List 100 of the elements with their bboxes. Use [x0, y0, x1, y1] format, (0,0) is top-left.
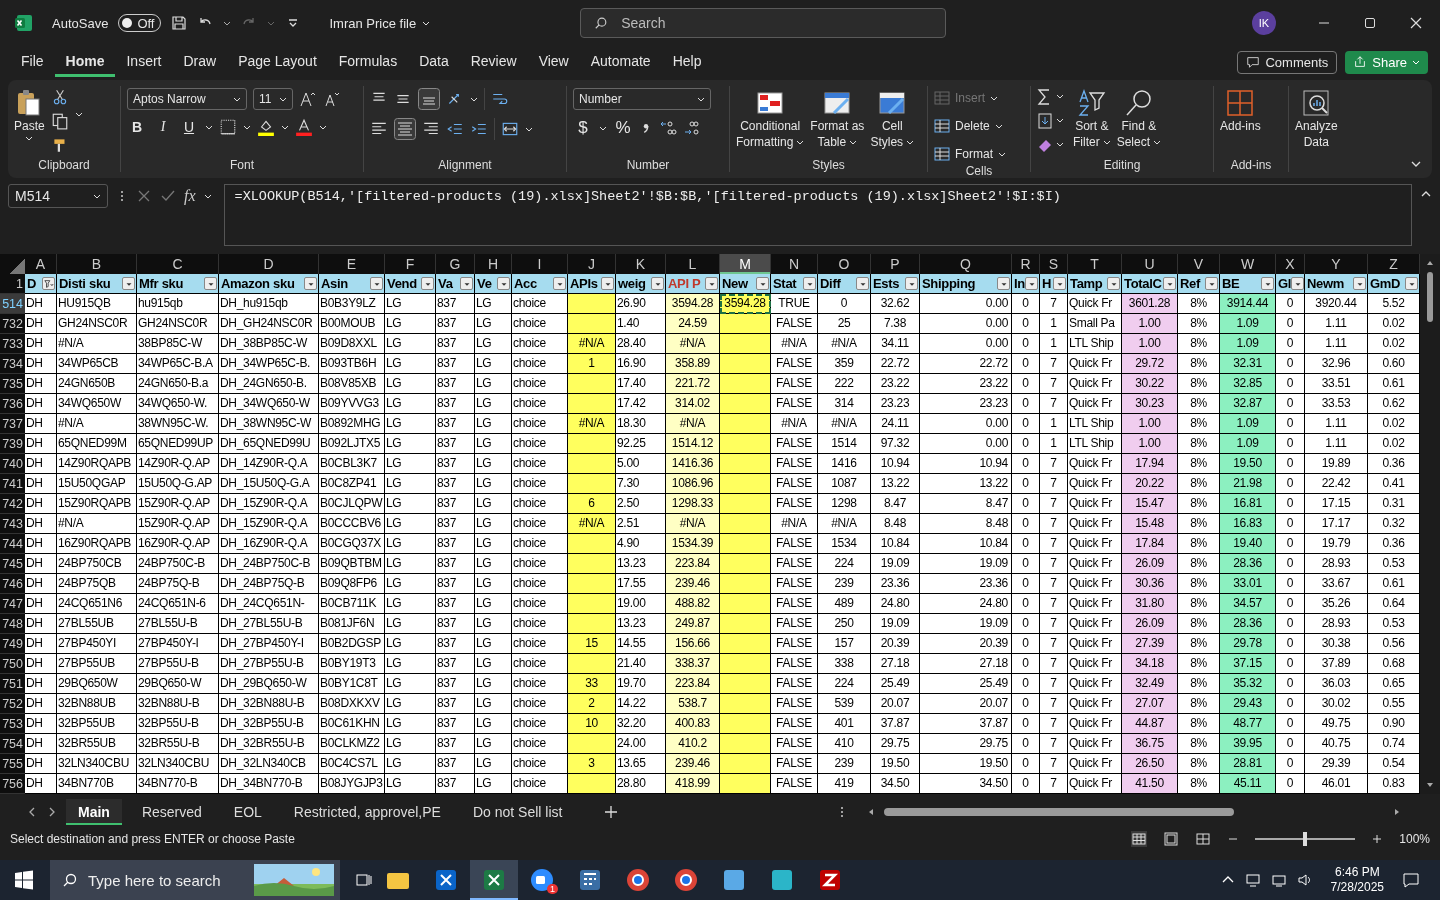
row-number[interactable]: 742	[0, 494, 25, 514]
row-number[interactable]: 755	[0, 754, 25, 774]
row-number[interactable]: 740	[0, 454, 25, 474]
column-letter[interactable]: G	[436, 254, 475, 274]
column-letter[interactable]: A	[25, 254, 57, 274]
scroll-thumb[interactable]	[884, 808, 1235, 816]
row-number[interactable]: 732	[0, 314, 25, 334]
column-letter[interactable]: Z	[1368, 254, 1420, 274]
column-letter[interactable]: J	[568, 254, 616, 274]
sheet-tab[interactable]: Restricted, approvel,PE	[281, 799, 453, 825]
row-number[interactable]: 1	[0, 274, 25, 294]
paste-button[interactable]: Paste	[14, 86, 45, 142]
add-ins-button[interactable]: Add-ins	[1220, 86, 1261, 134]
increase-decimal-icon[interactable]	[659, 119, 677, 137]
column-letter[interactable]: D	[219, 254, 319, 274]
row-number[interactable]: 737	[0, 414, 25, 434]
column-letter[interactable]: I	[512, 254, 568, 274]
column-letter[interactable]: U	[1122, 254, 1178, 274]
cancel-icon[interactable]	[136, 188, 152, 204]
font-size-dropdown[interactable]: 11	[253, 88, 293, 110]
column-letter[interactable]: Y	[1305, 254, 1368, 274]
sheet-tab[interactable]: Reserved	[129, 799, 214, 825]
normal-view-icon[interactable]	[1131, 831, 1148, 847]
row-number[interactable]: 748	[0, 614, 25, 634]
taskbar-button[interactable]: 1	[518, 860, 566, 900]
caret-icon[interactable]	[599, 124, 607, 132]
font-color-icon[interactable]	[295, 118, 313, 136]
caret-icon[interactable]	[243, 123, 251, 131]
windows-start-icon[interactable]	[14, 870, 34, 890]
italic-button[interactable]: I	[153, 119, 173, 135]
column-letter[interactable]: F	[385, 254, 436, 274]
align-center-icon[interactable]	[394, 118, 416, 140]
underline-button[interactable]: U	[179, 119, 199, 135]
caret-icon[interactable]	[319, 123, 327, 131]
row-number[interactable]: 756	[0, 774, 25, 794]
column-letter[interactable]: K	[616, 254, 666, 274]
save-icon[interactable]	[171, 15, 188, 31]
column-letter[interactable]: W	[1220, 254, 1276, 274]
borders-icon[interactable]	[219, 118, 237, 136]
delete-button[interactable]: Delete	[934, 116, 1003, 136]
caret-icon[interactable]	[223, 19, 232, 27]
formula-field[interactable]: =XLOOKUP(B514,'[filtered-products (19).xlsx]Sheet2'!$B:$B,'[filtered-products (19).xlsx]Sheet2'!$I:$I)	[223, 184, 1412, 246]
row-number[interactable]: 754	[0, 734, 25, 754]
speaker-icon[interactable]	[1296, 872, 1313, 888]
column-letter[interactable]: S	[1040, 254, 1068, 274]
sheet-tab[interactable]: EOL	[221, 799, 274, 825]
menu-tab[interactable]: Page Layout	[227, 47, 328, 77]
select-all-button[interactable]	[0, 254, 25, 274]
font-family-dropdown[interactable]: Aptos Narrow	[127, 88, 247, 110]
row-number[interactable]: 751	[0, 674, 25, 694]
zoom-level[interactable]: 100%	[1399, 832, 1430, 846]
page-layout-icon[interactable]	[1163, 831, 1180, 847]
network-icon[interactable]	[1270, 872, 1287, 888]
date[interactable]: 7/28/2025	[1330, 880, 1384, 895]
sort-filter-button[interactable]: Sort & Filter	[1073, 86, 1111, 150]
copy-icon[interactable]	[50, 112, 69, 130]
row-number[interactable]: 745	[0, 554, 25, 574]
row-number[interactable]: 747	[0, 594, 25, 614]
sheet-tab[interactable]: Do not Sell list	[460, 799, 575, 825]
shrink-font-icon[interactable]	[323, 90, 341, 108]
caret-icon[interactable]	[525, 125, 533, 133]
column-letter[interactable]: P	[871, 254, 920, 274]
maximize-icon[interactable]	[1362, 15, 1378, 31]
menu-tab[interactable]: Review	[459, 47, 528, 77]
comments-button[interactable]: Comments	[1237, 50, 1338, 74]
decrease-decimal-icon[interactable]	[683, 119, 701, 137]
find-select-button[interactable]: Find & Select	[1116, 86, 1162, 150]
menu-tab[interactable]: Automate	[579, 47, 662, 77]
caret-icon[interactable]	[74, 110, 83, 118]
notifications-icon[interactable]	[1402, 871, 1420, 889]
column-letter[interactable]: N	[771, 254, 818, 274]
conditional-formatting-button[interactable]: Conditional Formatting	[736, 86, 805, 150]
row-number[interactable]: 733	[0, 334, 25, 354]
row-number[interactable]: 736	[0, 394, 25, 414]
scroll-thumb[interactable]	[1427, 272, 1433, 322]
menu-tab[interactable]: Formulas	[327, 47, 409, 77]
user-avatar[interactable]: IK	[1252, 11, 1276, 35]
page-break-icon[interactable]	[1195, 831, 1212, 847]
column-letter[interactable]: E	[319, 254, 385, 274]
menu-tab[interactable]: Help	[661, 47, 713, 77]
cell-styles-button[interactable]: Cell Styles	[870, 86, 915, 150]
row-number[interactable]: 749	[0, 634, 25, 654]
menu-tab[interactable]: View	[527, 47, 580, 77]
document-title[interactable]: Imran Price file	[329, 15, 417, 31]
sheet-tab[interactable]: Main	[66, 799, 122, 825]
row-number[interactable]: 514	[0, 294, 25, 314]
add-sheet-icon[interactable]	[604, 805, 619, 819]
fill-color-icon[interactable]	[257, 118, 275, 136]
time[interactable]: 6:46 PM	[1334, 865, 1380, 880]
close-icon[interactable]	[1408, 15, 1424, 31]
caret-icon[interactable]	[470, 95, 478, 103]
grow-font-icon[interactable]	[299, 90, 317, 108]
column-letter[interactable]: H	[475, 254, 512, 274]
column-letter[interactable]: T	[1068, 254, 1122, 274]
column-letter[interactable]: X	[1276, 254, 1305, 274]
column-letter[interactable]: L	[666, 254, 720, 274]
name-box[interactable]: M514	[8, 184, 108, 208]
row-number[interactable]: 743	[0, 514, 25, 534]
number-format-dropdown[interactable]: Number	[573, 88, 711, 110]
row-number[interactable]: 735	[0, 374, 25, 394]
